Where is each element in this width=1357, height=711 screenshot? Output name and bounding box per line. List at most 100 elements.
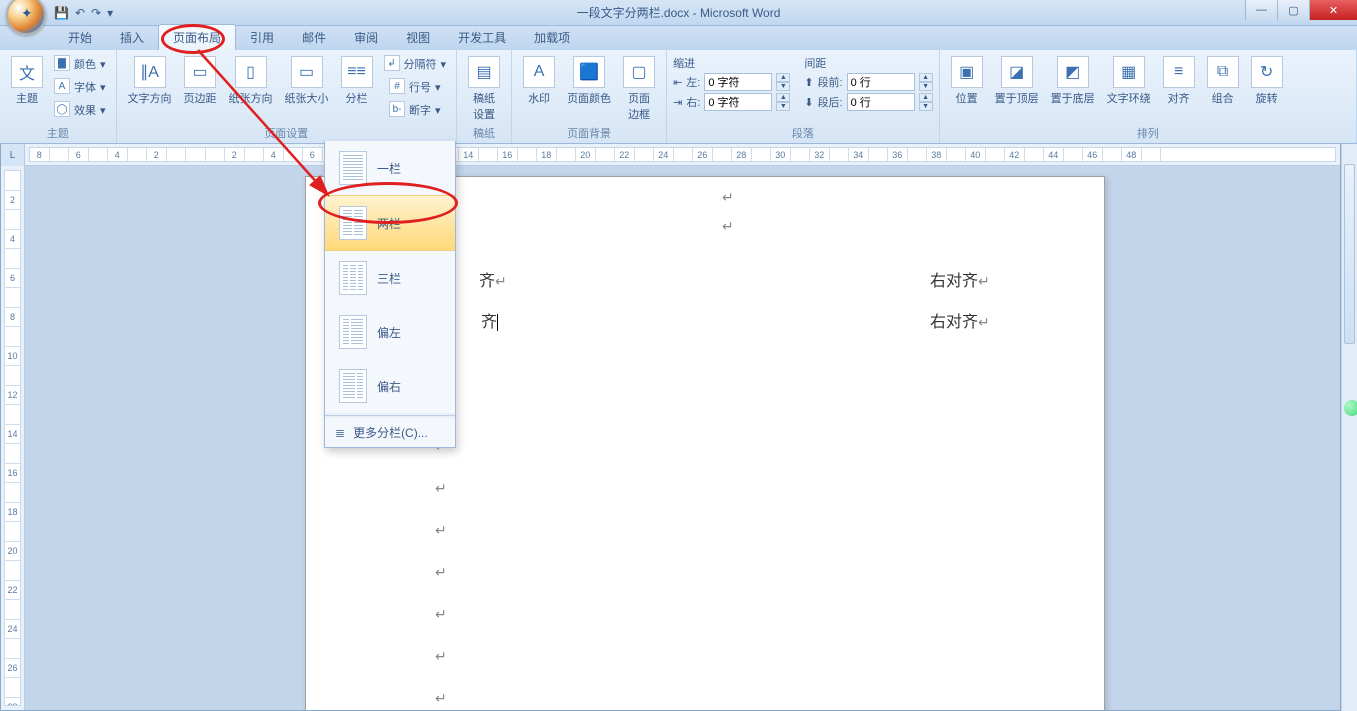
indent-left-icon: ⇤ [673,76,682,89]
align-icon: ≡ [1163,56,1195,88]
lineno-label: 行号 [409,79,431,95]
text-direction-icon: ∥A [134,56,166,88]
columns-three-item[interactable]: 三栏 [325,251,455,305]
group-button[interactable]: ⧉组合 [1202,53,1244,109]
paragraph-mark: ↵ [435,522,447,539]
group-icon: ⧉ [1207,56,1239,88]
theme-fonts-button[interactable]: A字体▾ [50,76,110,98]
vertical-ruler[interactable]: 246810121416182022242628303234 [4,170,21,706]
scrollbar-thumb[interactable] [1344,164,1355,344]
text-direction-button[interactable]: ∥A 文字方向 [123,53,177,109]
ruler-corner[interactable]: L [1,144,25,166]
maximize-button[interactable]: ▢ [1277,0,1309,20]
columns-one-item[interactable]: 一栏 [325,141,455,195]
horizontal-ruler[interactable]: 8642246810121416182022242628303234363840… [29,147,1336,162]
tab-home[interactable]: 开始 [54,25,106,50]
columns-more-item[interactable]: ≣ 更多分栏(C)... [325,418,455,447]
tab-view[interactable]: 视图 [392,25,444,50]
indent-left-up[interactable]: ▲ [776,73,790,82]
group-paragraph-label: 段落 [673,125,933,143]
text-direction-label: 文字方向 [128,90,172,106]
page-borders-button[interactable]: ▢页面 边框 [618,53,660,125]
indent-right-down[interactable]: ▼ [776,102,790,111]
align-button[interactable]: ≡ 对齐 [1158,53,1200,109]
side-indicator-icon [1344,400,1357,416]
columns-left-item[interactable]: 偏左 [325,305,455,359]
vertical-scrollbar[interactable] [1341,144,1357,711]
page-color-icon: 🟦 [573,56,605,88]
align-label: 对齐 [1168,90,1190,106]
indent-left-input[interactable] [704,73,772,91]
space-after-input[interactable] [847,93,915,111]
paragraph-mark: ↵ [435,564,447,581]
minimize-button[interactable]: — [1245,0,1277,20]
indent-right-icon: ⇥ [673,96,682,109]
qat-redo[interactable]: ↷ [91,6,101,20]
paper-size-button[interactable]: ▭纸张大小 [280,53,334,109]
columns-right-label: 偏右 [377,378,401,395]
tab-references[interactable]: 引用 [236,25,288,50]
columns-left-label: 偏左 [377,324,401,341]
watermark-button[interactable]: A水印 [518,53,560,109]
qat-save[interactable]: 💾 [54,6,69,20]
palette-icon: ▇ [54,55,70,71]
watermark-icon: A [523,56,555,88]
themes-button[interactable]: 文 主题 [6,53,48,109]
page-color-button[interactable]: 🟦页面颜色 [562,53,616,109]
indent-right-up[interactable]: ▲ [776,93,790,102]
effects-label: 效果 [74,102,96,118]
line-numbers-icon: # [389,78,405,94]
position-button[interactable]: ▣位置 [946,53,988,109]
fonts-icon: A [54,78,70,94]
breaks-button[interactable]: ↲分隔符▾ [380,53,451,75]
document-canvas[interactable]: ↵ ↵ 齐↵ 齐​ 右对齐↵ 右对齐↵ ↵ ↵ ↵ ↵ ↵ ↵ ↵ ↵ ↵ [25,166,1340,710]
themes-icon: 文 [11,56,43,88]
space-after-down[interactable]: ▼ [919,102,933,111]
hyphenation-button[interactable]: b-断字▾ [380,99,451,121]
columns-label: 分栏 [346,90,368,106]
paragraph-mark: ↵ [435,480,447,497]
paper-size-icon: ▭ [291,56,323,88]
indent-left-down[interactable]: ▼ [776,82,790,91]
rotate-button[interactable]: ↻旋转 [1246,53,1288,109]
theme-colors-button[interactable]: ▇颜色▾ [50,53,110,75]
space-before-up[interactable]: ▲ [919,73,933,82]
orientation-button[interactable]: ▯纸张方向 [224,53,278,109]
position-icon: ▣ [951,56,983,88]
indent-heading: 缩进 [673,55,790,71]
tab-addons[interactable]: 加载项 [520,25,584,50]
send-back-button[interactable]: ◩置于底层 [1046,53,1100,109]
wrap-label: 文字环绕 [1107,90,1151,106]
close-button[interactable]: ✕ [1309,0,1357,20]
columns-right-item[interactable]: 偏右 [325,359,455,413]
line-numbers-button[interactable]: #行号▾ [380,76,451,98]
paragraph-mark: ↵ [435,606,447,623]
qat-more[interactable]: ▾ [107,6,113,20]
effects-icon: ◯ [54,101,70,117]
tab-mailings[interactable]: 邮件 [288,25,340,50]
margins-label: 页边距 [184,90,217,106]
breaks-icon: ↲ [384,55,400,71]
theme-effects-button[interactable]: ◯效果▾ [50,99,110,121]
columns-two-label: 两栏 [377,215,401,232]
paragraph-mark: ↵ [722,189,734,206]
manuscript-settings-button[interactable]: ▤稿纸 设置 [463,53,505,125]
margins-button[interactable]: ▭页边距 [179,53,222,109]
columns-button[interactable]: ≡≡分栏 [336,53,378,109]
manuscript-icon: ▤ [468,56,500,88]
more-columns-icon: ≣ [335,426,345,440]
space-after-up[interactable]: ▲ [919,93,933,102]
space-before-input[interactable] [847,73,915,91]
indent-right-input[interactable] [704,93,772,111]
bring-front-button[interactable]: ◪置于顶层 [990,53,1044,109]
manuscript-label: 稿纸 设置 [473,90,495,122]
space-before-down[interactable]: ▼ [919,82,933,91]
text-wrap-button[interactable]: ▦文字环绕 [1102,53,1156,109]
qat-undo[interactable]: ↶ [75,6,85,20]
columns-two-item[interactable]: 两栏 [325,195,455,251]
one-column-icon [339,151,367,185]
tab-insert[interactable]: 插入 [106,25,158,50]
tab-page-layout[interactable]: 页面布局 [158,24,236,50]
tab-developer[interactable]: 开发工具 [444,25,520,50]
tab-review[interactable]: 审阅 [340,25,392,50]
